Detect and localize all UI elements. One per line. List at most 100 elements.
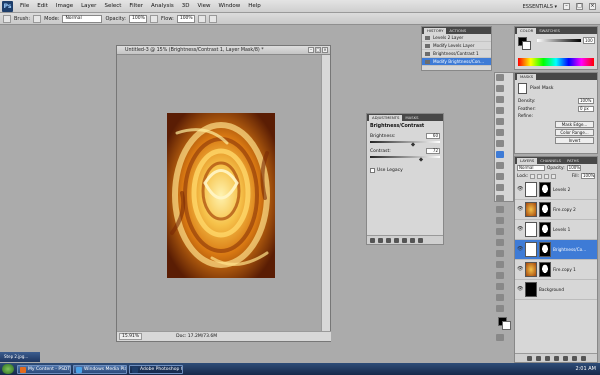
menu-file[interactable]: File	[16, 3, 33, 9]
eyedropper-tool-icon[interactable]	[496, 129, 504, 136]
start-button[interactable]	[2, 364, 14, 374]
tab-paths[interactable]: PATHS	[564, 158, 582, 164]
dodge-tool-icon[interactable]	[496, 217, 504, 224]
history-item-active[interactable]: Modify Brightness/Con...	[422, 58, 491, 66]
mode-select[interactable]: Normal	[62, 14, 103, 23]
layer-row[interactable]: 👁 Levels 1	[515, 220, 597, 240]
history-item[interactable]: Levels 2 Layer	[422, 34, 491, 42]
adjustment-layer-icon[interactable]	[553, 355, 559, 361]
close-icon[interactable]: ×	[589, 3, 596, 10]
maximize-icon[interactable]: □	[576, 3, 583, 10]
tab-channels[interactable]: CHANNELS	[537, 158, 564, 164]
visibility-eye-icon[interactable]	[394, 237, 399, 243]
layer-name[interactable]: Brightness/Co...	[553, 247, 586, 252]
new-layer-icon[interactable]	[571, 355, 577, 361]
menu-window[interactable]: Window	[215, 3, 245, 9]
new-group-icon[interactable]	[562, 355, 568, 361]
lock-pixels-icon[interactable]	[537, 173, 543, 179]
eraser-tool-icon[interactable]	[496, 184, 504, 191]
move-tool-icon[interactable]	[496, 74, 504, 81]
3d-orbit-tool-icon[interactable]	[496, 283, 504, 290]
shape-tool-icon[interactable]	[496, 261, 504, 268]
invert-button[interactable]: Invert	[555, 137, 594, 144]
visibility-eye-icon[interactable]: 👁	[517, 227, 523, 232]
layer-name[interactable]: Fire.copy 2	[553, 207, 576, 212]
minimized-document[interactable]: Step 2.jpg...	[0, 352, 40, 362]
menu-view[interactable]: View	[193, 3, 214, 9]
layer-row[interactable]: 👁 Fire.copy 1	[515, 260, 597, 280]
blur-tool-icon[interactable]	[496, 206, 504, 213]
path-select-tool-icon[interactable]	[496, 250, 504, 257]
color-range-button[interactable]: Color Range...	[555, 129, 594, 136]
taskbar-button[interactable]: My Content - PSDTy...	[17, 364, 71, 374]
layer-name[interactable]: Levels 2	[553, 187, 570, 192]
taskbar-button[interactable]: Adobe Photoshop C...	[129, 364, 183, 374]
contrast-slider-thumb[interactable]	[418, 157, 424, 162]
airbrush-icon[interactable]	[197, 14, 206, 23]
menu-filter[interactable]: Filter	[125, 3, 147, 9]
layer-row[interactable]: 👁 Background	[515, 280, 597, 300]
document-vertical-scrollbar[interactable]	[321, 55, 330, 333]
minimize-icon[interactable]: –	[563, 3, 570, 10]
visibility-eye-icon[interactable]: 👁	[517, 247, 523, 252]
visibility-eye-icon[interactable]: 👁	[517, 207, 523, 212]
k-value[interactable]: 100	[583, 37, 595, 44]
layers-opacity-field[interactable]: 100%	[566, 165, 581, 171]
color-spectrum[interactable]	[518, 58, 594, 66]
visibility-eye-icon[interactable]: 👁	[517, 267, 523, 272]
brightness-slider-thumb[interactable]	[411, 142, 416, 147]
link-layers-icon[interactable]	[526, 355, 532, 361]
menu-analysis[interactable]: Analysis	[147, 3, 178, 9]
marquee-tool-icon[interactable]	[496, 85, 504, 92]
use-legacy-option[interactable]: Use Legacy	[367, 162, 443, 179]
history-item[interactable]: Brightness/Contrast 1 Layer	[422, 50, 491, 64]
history-brush-icon[interactable]	[496, 173, 504, 180]
pen-tool-icon[interactable]	[496, 228, 504, 235]
layer-mask-thumbnail[interactable]	[539, 182, 551, 197]
lasso-tool-icon[interactable]	[496, 96, 504, 103]
canvas-area[interactable]	[117, 55, 322, 333]
contrast-field[interactable]: 72	[426, 148, 440, 154]
menu-select[interactable]: Select	[100, 3, 125, 9]
3d-rotate-tool-icon[interactable]	[496, 272, 504, 279]
layer-row[interactable]: 👁 Brightness/Co...	[515, 240, 597, 260]
layer-mask-thumbnail[interactable]	[539, 222, 551, 237]
blend-mode-select[interactable]: Normal	[517, 165, 545, 171]
feather-field[interactable]: 0 px	[578, 106, 594, 112]
layer-row[interactable]: 👁 Levels 2	[515, 180, 597, 200]
layer-name[interactable]: Fire.copy 1	[553, 267, 576, 272]
brush-tool-icon[interactable]	[3, 14, 11, 23]
menu-layer[interactable]: Layer	[77, 3, 100, 9]
tab-masks[interactable]: MASKS	[402, 115, 421, 121]
fill-field[interactable]: 100%	[581, 173, 595, 179]
k-slider[interactable]	[537, 39, 581, 42]
expanded-view-icon[interactable]	[378, 237, 383, 243]
document-info[interactable]: Doc: 17.2M/73.6M	[176, 334, 217, 339]
clip-to-layer-icon[interactable]	[386, 237, 391, 243]
quick-select-tool-icon[interactable]	[496, 107, 504, 114]
tab-swatches[interactable]: SWATCHES	[536, 28, 563, 34]
doc-minimize-icon[interactable]: –	[308, 47, 314, 53]
flow-field[interactable]: 100%	[176, 14, 195, 23]
history-item[interactable]: Modify Levels Layer	[422, 42, 491, 50]
menu-3d[interactable]: 3D	[178, 3, 194, 9]
brush-preset-picker[interactable]	[33, 14, 42, 23]
layer-row[interactable]: 👁 Fire.copy 2	[515, 200, 597, 220]
layer-name[interactable]: Background	[539, 287, 564, 292]
view-previous-icon[interactable]	[402, 237, 407, 243]
zoom-level-field[interactable]: 15.91%	[119, 333, 143, 340]
doc-maximize-icon[interactable]: □	[315, 47, 321, 53]
layer-name[interactable]: Levels 1	[553, 227, 570, 232]
return-to-list-icon[interactable]	[370, 237, 375, 243]
trash-icon[interactable]	[418, 237, 423, 243]
use-legacy-checkbox[interactable]	[370, 168, 375, 173]
tab-adjustments[interactable]: ADJUSTMENTS	[369, 115, 403, 121]
mask-edge-button[interactable]: Mask Edge...	[555, 121, 594, 128]
crop-tool-icon[interactable]	[496, 118, 504, 125]
zoom-tool-icon[interactable]	[496, 305, 504, 312]
tab-color[interactable]: COLOR	[517, 28, 537, 34]
gradient-tool-icon[interactable]	[496, 195, 504, 202]
menu-image[interactable]: Image	[52, 3, 77, 9]
clone-tool-icon[interactable]	[496, 162, 504, 169]
trash-icon[interactable]	[580, 355, 586, 361]
